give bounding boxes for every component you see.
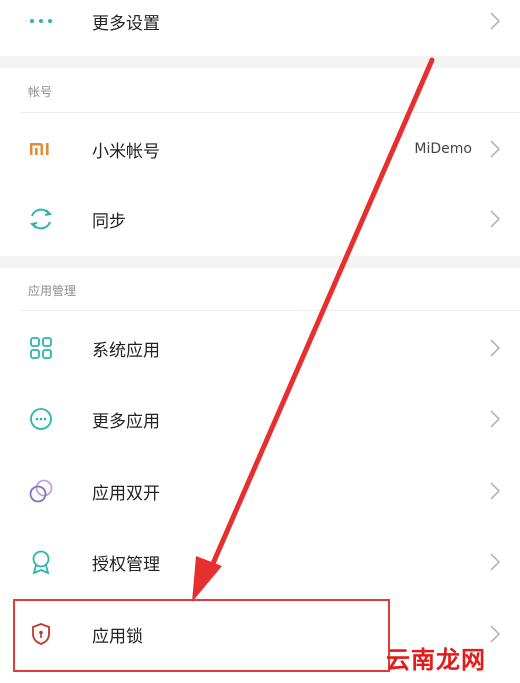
annotation-arrow bbox=[192, 57, 435, 602]
watermark-text: 云南龙网 bbox=[386, 646, 486, 674]
